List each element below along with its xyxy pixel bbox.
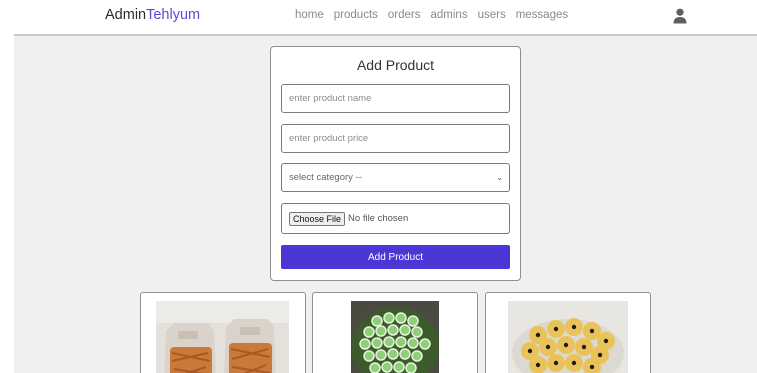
- top-navbar: AdminTehlyum home products orders admins…: [0, 0, 757, 34]
- fried-snack-bags-photo: [156, 301, 289, 373]
- page: AdminTehlyum home products orders admins…: [0, 0, 757, 373]
- product-image: [156, 301, 289, 373]
- category-select[interactable]: select category -- ⌄: [281, 163, 510, 192]
- product-card: [140, 292, 306, 373]
- user-icon[interactable]: [673, 8, 687, 24]
- nav-link-home[interactable]: home: [295, 9, 324, 21]
- file-status-text: No file chosen: [348, 213, 409, 224]
- add-product-button[interactable]: Add Product: [281, 245, 510, 269]
- product-image: [508, 301, 628, 373]
- main-nav: home products orders admins users messag…: [295, 9, 568, 21]
- brand-logo[interactable]: AdminTehlyum: [105, 7, 200, 23]
- product-image-file-input[interactable]: Choose File No file chosen: [281, 203, 510, 234]
- chevron-down-icon: ⌄: [496, 173, 503, 182]
- form-title: Add Product: [356, 57, 435, 73]
- product-card: [485, 292, 651, 373]
- product-image: [351, 301, 439, 373]
- add-product-form: Add Product enter product name enter pro…: [270, 46, 521, 281]
- product-name-placeholder: enter product name: [289, 93, 372, 104]
- choose-file-button[interactable]: Choose File: [289, 211, 346, 226]
- product-card: [312, 292, 478, 373]
- nav-link-messages[interactable]: messages: [516, 9, 568, 21]
- category-selected-value: select category --: [289, 172, 362, 183]
- product-name-input[interactable]: enter product name: [281, 84, 510, 113]
- nav-link-products[interactable]: products: [334, 9, 378, 21]
- nav-link-users[interactable]: users: [478, 9, 506, 21]
- yellow-flower-cookies-photo: [508, 301, 628, 373]
- logo-text-brand: Tehlyum: [146, 7, 201, 23]
- green-round-cookies-tray-photo: [351, 301, 439, 373]
- nav-link-orders[interactable]: orders: [388, 9, 421, 21]
- logo-text-admin: Admin: [105, 7, 147, 23]
- nav-link-admins[interactable]: admins: [431, 9, 468, 21]
- product-price-input[interactable]: enter product price: [281, 124, 510, 153]
- product-price-placeholder: enter product price: [289, 133, 369, 144]
